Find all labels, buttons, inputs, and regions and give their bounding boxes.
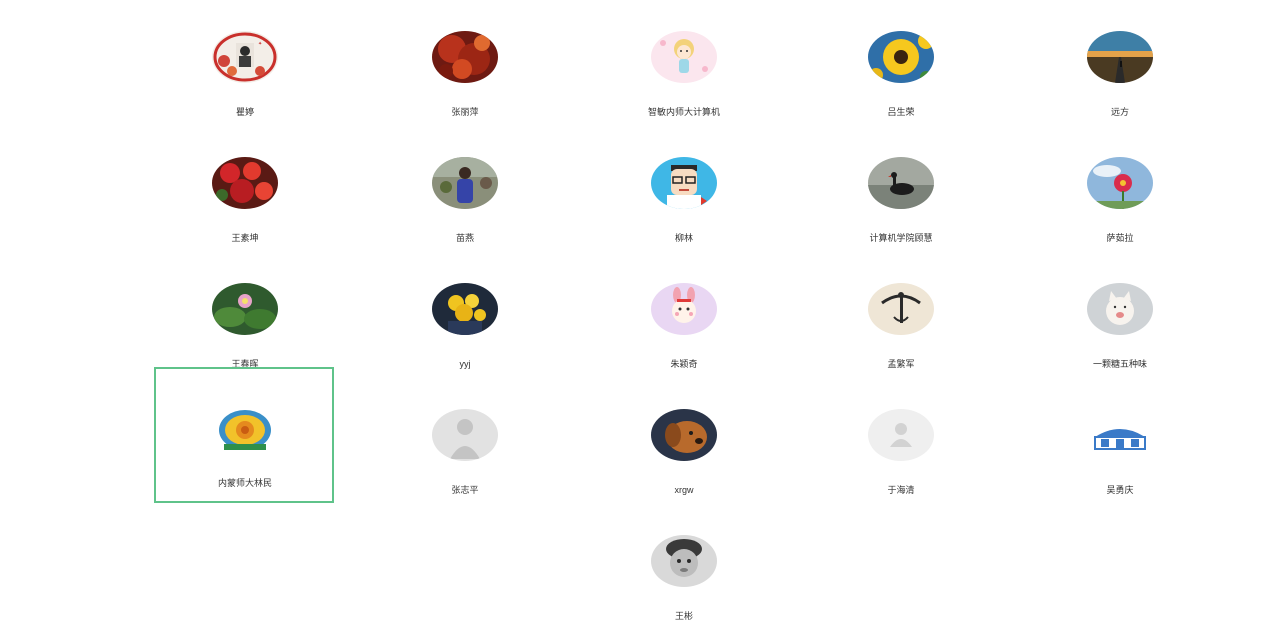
member-name: 计算机学院顾慧	[869, 233, 933, 243]
member-name: 萨茹拉	[1106, 233, 1134, 243]
lotus-avatar	[212, 283, 278, 335]
flower-sky-avatar	[1087, 157, 1153, 209]
member-card-selected[interactable]: 内蒙师大林民	[154, 367, 334, 503]
member-card[interactable]: 王彬	[594, 506, 774, 640]
member-card[interactable]: 一颗糖五种味	[1030, 254, 1210, 390]
member-name: 于海清	[887, 485, 915, 495]
member-card[interactable]: 于海清	[811, 380, 991, 516]
member-card[interactable]: 萨茹拉	[1030, 128, 1210, 264]
person-photo-avatar	[432, 157, 498, 209]
member-name: 瞿婷	[235, 107, 254, 117]
member-name: 张丽萍	[451, 107, 479, 117]
member-card[interactable]: xrgw	[594, 380, 774, 516]
yellow-flowers-avatar	[432, 283, 498, 335]
child-portrait-avatar	[651, 535, 717, 587]
yurt-logo-avatar	[1087, 409, 1153, 461]
member-name: 远方	[1110, 107, 1129, 117]
member-card[interactable]: yyj	[375, 254, 555, 390]
svg-text:✦: ✦	[258, 41, 262, 47]
cartoon-girl-avatar	[651, 31, 717, 83]
member-card[interactable]: ✦ 瞿婷	[155, 2, 335, 138]
member-card[interactable]: 吴勇庆	[1030, 380, 1210, 516]
certificate-portrait-avatar: ✦	[212, 31, 278, 83]
member-name: 张志平	[451, 485, 479, 495]
member-name: 内蒙师大林民	[217, 478, 272, 488]
red-flowers-avatar	[432, 31, 498, 83]
member-card[interactable]: 柳林	[594, 128, 774, 264]
cartoon-bunny-avatar	[651, 283, 717, 335]
dog-avatar	[651, 409, 717, 461]
member-name: yyj	[459, 359, 471, 369]
red-blossom-avatar	[212, 157, 278, 209]
member-name: 柳林	[674, 233, 693, 243]
member-card[interactable]: 吕生荣	[811, 2, 991, 138]
default-user-avatar	[432, 409, 498, 461]
member-name: 一颗糖五种味	[1092, 359, 1147, 369]
member-name: xrgw	[674, 485, 694, 495]
member-card[interactable]: 朱颖奇	[594, 254, 774, 390]
member-card[interactable]: 苗燕	[375, 128, 555, 264]
member-card[interactable]: 孟繁军	[811, 254, 991, 390]
member-card[interactable]: 张丽萍	[375, 2, 555, 138]
road-sunset-avatar	[1087, 31, 1153, 83]
member-card[interactable]: 计算机学院顾慧	[811, 128, 991, 264]
cartoon-glasses-man-avatar	[651, 157, 717, 209]
member-name: 苗燕	[455, 233, 474, 243]
member-card[interactable]: 张志平	[375, 380, 555, 516]
member-card[interactable]: 王素坤	[155, 128, 335, 264]
member-name: 智敏内师大计算机	[647, 107, 720, 117]
member-name: 朱颖奇	[670, 359, 698, 369]
cat-avatar	[1087, 283, 1153, 335]
member-grid: ✦ 瞿婷 张丽萍 智敏内师大计算机 吕生荣 远方 王素坤 苗燕 柳林 计算机学院…	[0, 0, 1269, 640]
member-card[interactable]: 远方	[1030, 2, 1210, 138]
member-name: 王素坤	[231, 233, 259, 243]
bird-totem-avatar	[868, 283, 934, 335]
member-name: 孟繁军	[887, 359, 915, 369]
member-name: 吕生荣	[887, 107, 915, 117]
sunflower-avatar	[868, 31, 934, 83]
member-card[interactable]: 智敏内师大计算机	[594, 2, 774, 138]
member-name: 吴勇庆	[1106, 485, 1134, 495]
default-user-avatar	[868, 409, 934, 461]
university-emblem-avatar	[212, 404, 278, 456]
member-name: 王彬	[674, 611, 693, 621]
black-swan-avatar	[868, 157, 934, 209]
